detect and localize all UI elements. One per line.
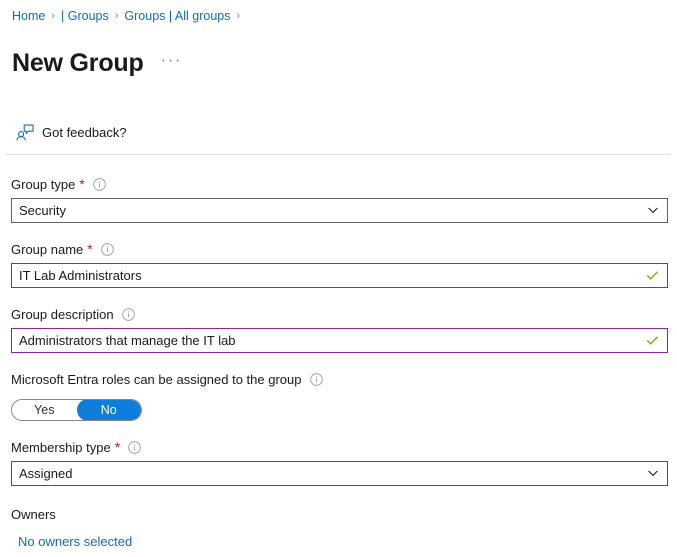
- person-feedback-icon: [16, 124, 42, 141]
- group-name-input[interactable]: IT Lab Administrators: [12, 267, 646, 284]
- group-description-label: Group description: [11, 306, 114, 323]
- header-divider: [6, 154, 671, 155]
- got-feedback-label: Got feedback?: [42, 124, 127, 141]
- breadcrumb-separator-icon: ›: [237, 8, 241, 24]
- more-options-button[interactable]: ···: [158, 49, 185, 77]
- field-entra-roles: Microsoft Entra roles can be assigned to…: [11, 371, 667, 421]
- group-name-input-wrapper[interactable]: IT Lab Administrators: [11, 263, 668, 288]
- group-description-input-wrapper[interactable]: Administrators that manage the IT lab: [11, 328, 668, 353]
- breadcrumb-item-groups[interactable]: | Groups: [61, 8, 109, 24]
- entra-roles-toggle-yes[interactable]: Yes: [12, 399, 77, 421]
- owners-label: Owners: [11, 506, 667, 523]
- breadcrumb-item-home[interactable]: Home: [12, 8, 45, 24]
- chevron-down-icon: [647, 467, 667, 479]
- page-title: New Group: [12, 47, 144, 79]
- entra-roles-label: Microsoft Entra roles can be assigned to…: [11, 371, 302, 388]
- info-icon[interactable]: [93, 243, 114, 256]
- new-group-page: Home › | Groups › Groups | All groups › …: [0, 0, 677, 557]
- field-membership-type: Membership type * Assigned: [11, 439, 667, 486]
- check-icon: [646, 269, 667, 282]
- membership-type-value: Assigned: [12, 465, 647, 482]
- membership-type-label: Membership type: [11, 439, 111, 456]
- entra-roles-toggle[interactable]: Yes No: [11, 399, 142, 421]
- group-name-label: Group name: [11, 241, 83, 258]
- group-type-value: Security: [12, 202, 647, 219]
- info-icon[interactable]: [85, 178, 106, 191]
- group-name-label-row: Group name *: [11, 241, 667, 258]
- group-type-label-row: Group type *: [11, 176, 667, 193]
- got-feedback-button[interactable]: Got feedback?: [0, 96, 127, 141]
- new-group-form: Group type * Security: [0, 176, 677, 557]
- group-description-input[interactable]: Administrators that manage the IT lab: [12, 332, 646, 349]
- breadcrumb-item-all-groups[interactable]: Groups | All groups: [124, 8, 230, 24]
- breadcrumb-separator-icon: ›: [115, 8, 119, 24]
- info-icon[interactable]: [114, 308, 135, 321]
- group-description-label-row: Group description: [11, 306, 667, 323]
- info-icon[interactable]: [120, 441, 141, 454]
- group-type-label: Group type: [11, 176, 75, 193]
- breadcrumb: Home › | Groups › Groups | All groups ›: [0, 0, 677, 24]
- page-header: New Group ···: [0, 24, 677, 96]
- entra-roles-toggle-no[interactable]: No: [77, 399, 142, 421]
- entra-roles-label-row: Microsoft Entra roles can be assigned to…: [11, 371, 667, 388]
- breadcrumb-separator-icon: ›: [51, 8, 55, 24]
- owners-select-link[interactable]: No owners selected: [18, 533, 132, 550]
- membership-type-label-row: Membership type *: [11, 439, 667, 456]
- info-icon[interactable]: [302, 373, 323, 386]
- field-group-name: Group name * IT Lab Administrators: [11, 241, 667, 288]
- section-owners: Owners No owners selected: [11, 506, 667, 551]
- membership-type-dropdown[interactable]: Assigned: [11, 461, 668, 486]
- field-group-type: Group type * Security: [11, 176, 667, 223]
- field-group-description: Group description Administrators that ma…: [11, 306, 667, 353]
- chevron-down-icon: [647, 204, 667, 216]
- group-type-dropdown[interactable]: Security: [11, 198, 668, 223]
- check-icon: [646, 334, 667, 347]
